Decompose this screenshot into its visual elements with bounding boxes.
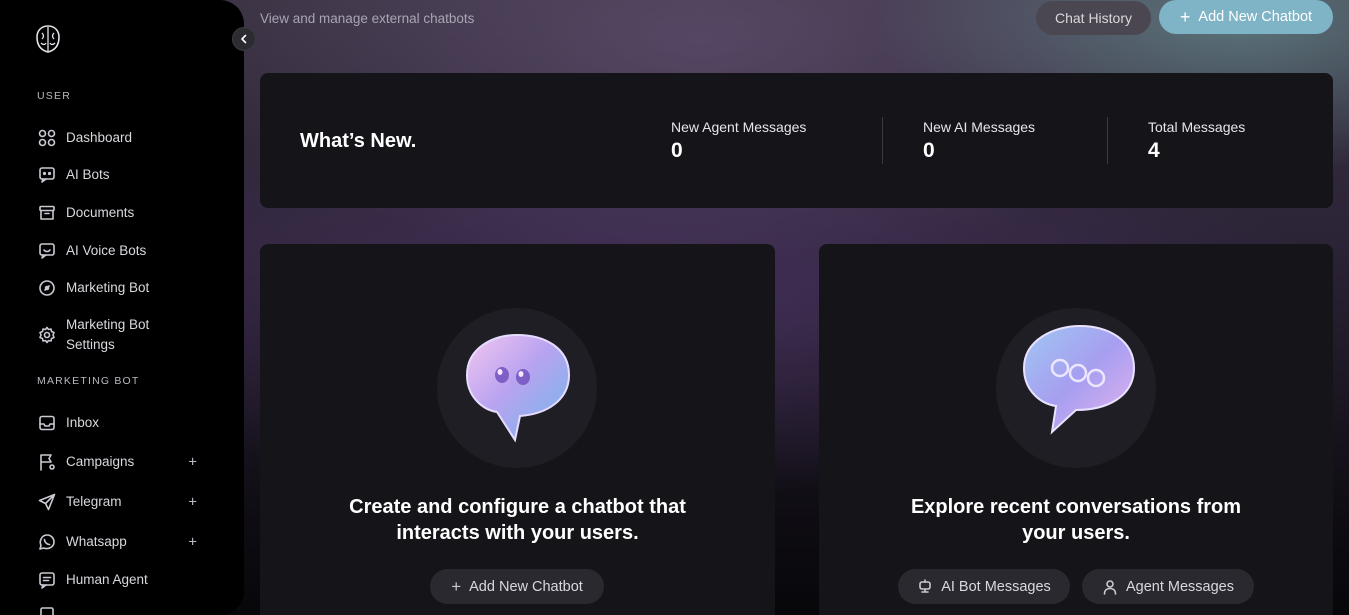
inbox-icon bbox=[37, 413, 56, 432]
user-icon bbox=[1103, 579, 1117, 595]
sidebar-item-label: Marketing Bot Settings bbox=[66, 317, 150, 352]
section-label-user: USER bbox=[37, 90, 71, 102]
whats-new-title: What’s New. bbox=[300, 130, 417, 152]
stat-divider bbox=[882, 117, 883, 164]
sidebar-item-label: Telegram bbox=[66, 494, 122, 509]
add-new-chatbot-card-label: Add New Chatbot bbox=[469, 578, 583, 595]
sidebar-item-label: Dashboard bbox=[66, 130, 133, 145]
send-icon bbox=[37, 492, 56, 511]
gear-icon bbox=[37, 325, 56, 344]
sidebar-item-label: AI Voice Bots bbox=[66, 243, 147, 258]
expand-plus-icon[interactable]: + bbox=[188, 453, 197, 470]
robot-icon bbox=[919, 578, 931, 593]
sidebar-item-label: AI Bots bbox=[66, 167, 110, 182]
chat-bubble-illustration-icon bbox=[465, 333, 571, 443]
stat-total-messages: Total Messages 4 bbox=[1148, 119, 1245, 163]
sidebar-item-inbox[interactable]: Inbox bbox=[37, 413, 207, 432]
add-new-chatbot-label: Add New Chatbot bbox=[1198, 9, 1313, 25]
sidebar-item-label: Inbox bbox=[66, 415, 100, 430]
chevron-left-icon bbox=[241, 34, 247, 44]
sidebar-item-documents[interactable]: Documents bbox=[37, 203, 207, 222]
flag-icon bbox=[37, 452, 56, 471]
agent-messages-button[interactable]: Agent Messages bbox=[1082, 569, 1254, 604]
stat-divider bbox=[1107, 117, 1108, 164]
plus-icon: + bbox=[451, 576, 462, 596]
ai-bot-messages-label: AI Bot Messages bbox=[941, 578, 1051, 595]
stat-value: 4 bbox=[1148, 139, 1160, 162]
sidebar-item-dashboard[interactable]: Dashboard bbox=[37, 128, 207, 147]
stat-value: 0 bbox=[923, 139, 935, 162]
stat-value: 0 bbox=[671, 139, 683, 162]
sidebar-item-marketing-bot-settings[interactable]: Marketing Bot Settings bbox=[37, 316, 207, 355]
disc-icon bbox=[37, 278, 56, 297]
sidebar-item-ai-bots[interactable]: AI Bots bbox=[37, 165, 207, 184]
sidebar-item-telegram[interactable]: Telegram + bbox=[37, 492, 207, 511]
voice-bot-icon bbox=[37, 241, 56, 260]
explore-card-heading: Explore recent conversations from your u… bbox=[910, 496, 1242, 544]
sidebar-item-label: Campaigns bbox=[66, 454, 135, 469]
sidebar-item-label: Documents bbox=[66, 205, 135, 220]
collapse-sidebar-button[interactable] bbox=[232, 27, 256, 51]
whatsapp-icon bbox=[37, 532, 56, 551]
explore-conversations-card: Explore recent conversations from your u… bbox=[819, 244, 1333, 615]
sidebar-item-campaigns[interactable]: Campaigns + bbox=[37, 452, 207, 471]
stat-label: Total Messages bbox=[1148, 119, 1246, 135]
whats-new-card: What’s New. New Agent Messages 0 New AI … bbox=[260, 73, 1333, 208]
sidebar-item-label: Human Agent bbox=[66, 572, 148, 587]
section-label-marketing-bot: MARKETING BOT bbox=[37, 375, 140, 387]
create-chatbot-card: Create and configure a chatbot that inte… bbox=[260, 244, 775, 615]
sidebar-item-partial[interactable] bbox=[37, 606, 207, 615]
page-subtitle: View and manage external chatbots bbox=[260, 11, 475, 26]
stat-label: New AI Messages bbox=[923, 119, 1036, 135]
illustration-backdrop bbox=[437, 308, 597, 468]
brain-logo-icon[interactable] bbox=[34, 24, 62, 54]
stat-new-ai-messages: New AI Messages 0 bbox=[923, 119, 1035, 163]
add-new-chatbot-button[interactable]: + Add New Chatbot bbox=[1159, 0, 1333, 34]
archive-icon bbox=[37, 203, 56, 222]
sidebar-item-label: Marketing Bot bbox=[66, 280, 150, 295]
stat-label: New Agent Messages bbox=[671, 119, 807, 135]
plus-icon: + bbox=[1179, 7, 1191, 27]
agent-messages-label: Agent Messages bbox=[1125, 578, 1234, 595]
sidebar-item-label: Whatsapp bbox=[66, 534, 127, 549]
document-icon bbox=[37, 606, 56, 615]
expand-plus-icon[interactable]: + bbox=[188, 493, 197, 510]
stat-new-agent-messages: New Agent Messages 0 bbox=[671, 119, 806, 163]
add-new-chatbot-card-button[interactable]: + Add New Chatbot bbox=[430, 569, 604, 604]
ai-bot-messages-button[interactable]: AI Bot Messages bbox=[898, 569, 1070, 604]
illustration-backdrop bbox=[996, 308, 1156, 468]
sidebar: USER Dashboard AI Bots Documents AI Voic… bbox=[0, 0, 244, 615]
sidebar-item-marketing-bot[interactable]: Marketing Bot bbox=[37, 278, 207, 297]
grid-icon bbox=[37, 128, 56, 147]
sidebar-item-ai-voice-bots[interactable]: AI Voice Bots bbox=[37, 241, 207, 260]
sidebar-item-human-agent[interactable]: Human Agent bbox=[37, 570, 207, 589]
expand-plus-icon[interactable]: + bbox=[188, 533, 197, 550]
chat-history-button[interactable]: Chat History bbox=[1036, 1, 1151, 35]
conversation-bubble-illustration-icon bbox=[1022, 324, 1136, 435]
sidebar-item-whatsapp[interactable]: Whatsapp + bbox=[37, 532, 207, 551]
chat-bot-icon bbox=[37, 165, 56, 184]
create-card-heading: Create and configure a chatbot that inte… bbox=[349, 496, 686, 544]
message-icon bbox=[37, 570, 56, 589]
